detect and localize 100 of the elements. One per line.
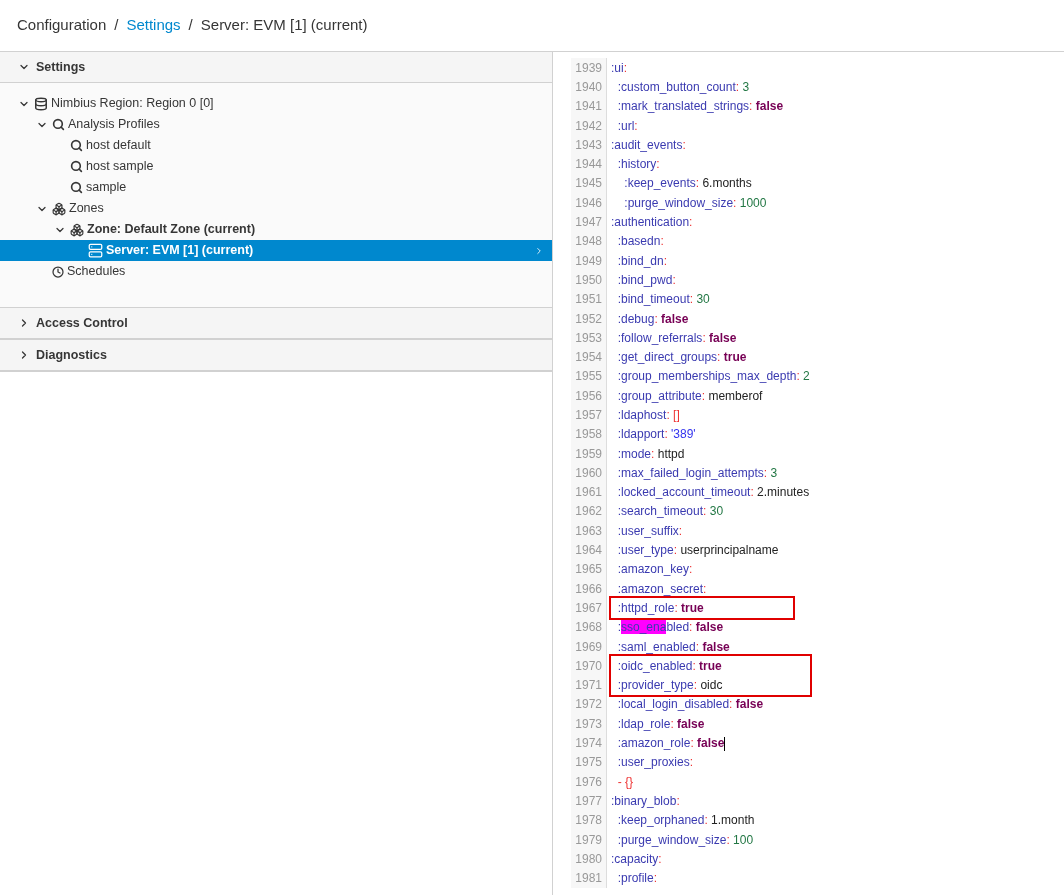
line-number: 1981 xyxy=(571,868,607,888)
code-line: :audit_events: xyxy=(610,136,686,154)
line-number: 1977 xyxy=(571,791,607,811)
line-number: 1954 xyxy=(571,347,607,367)
code-line: :history: xyxy=(616,156,660,174)
code-line: :amazon_key: xyxy=(616,561,693,579)
tree-item[interactable]: sample xyxy=(0,177,552,198)
tree-item-label: sample xyxy=(86,179,127,197)
line-number: 1955 xyxy=(571,366,607,387)
line-number: 1967 xyxy=(571,598,607,618)
code-line: :max_failed_login_attempts: 3 xyxy=(616,464,778,482)
code-line: :custom_button_count: 3 xyxy=(616,78,750,96)
code-line: :amazon_secret: xyxy=(616,580,707,598)
line-number: 1953 xyxy=(571,328,607,348)
line-number: 1968 xyxy=(571,617,607,637)
line-number: 1966 xyxy=(571,579,607,599)
code-line: :user_type: userprincipalname xyxy=(616,542,779,560)
line-number: 1979 xyxy=(571,829,607,850)
tree-item[interactable]: Server: EVM [1] (current) xyxy=(0,240,552,261)
line-number: 1980 xyxy=(571,849,607,869)
line-number: 1963 xyxy=(571,521,607,541)
line-number: 1962 xyxy=(571,501,607,522)
code-line: :group_memberships_max_depth: 2 xyxy=(616,368,810,386)
line-number: 1965 xyxy=(571,559,607,579)
line-number: 1950 xyxy=(571,270,607,290)
tree-item-label: Schedules xyxy=(67,263,126,281)
line-number: 1939 xyxy=(571,58,607,78)
line-number: 1961 xyxy=(571,482,607,502)
server-icon xyxy=(88,243,103,258)
code-line: :authentication: xyxy=(610,214,693,231)
code-line: :purge_window_size: 100 xyxy=(616,831,754,849)
code-line: :bind_dn: xyxy=(616,252,668,270)
code-line: :debug: false xyxy=(616,310,689,328)
code-line: :bind_timeout: 30 xyxy=(616,291,710,309)
line-number: 1949 xyxy=(571,250,607,271)
tree-item[interactable]: Nimbius Region: Region 0 [0] xyxy=(0,93,552,114)
line-number: 1971 xyxy=(571,675,607,695)
tree-item-label: Zones xyxy=(69,200,104,218)
line-number: 1978 xyxy=(571,810,607,830)
accordion-header[interactable]: Diagnostics xyxy=(0,340,552,371)
tree-item-label: Nimbius Region: Region 0 [0] xyxy=(51,95,214,113)
tree-item-label: Server: EVM [1] (current) xyxy=(106,242,254,260)
chevron-right-icon xyxy=(534,245,544,256)
breadcrumb-separator: / xyxy=(114,15,119,36)
line-number: 1964 xyxy=(571,540,607,560)
line-number: 1957 xyxy=(571,405,607,425)
cubes-icon xyxy=(70,222,84,237)
code-line: :httpd_role: true xyxy=(616,599,704,617)
code-line: :basedn: xyxy=(616,233,664,251)
breadcrumb-link[interactable]: Settings xyxy=(126,14,181,37)
tree-item[interactable]: host sample xyxy=(0,156,552,177)
cubes-icon xyxy=(52,201,66,216)
tree-item[interactable]: host default xyxy=(0,135,552,156)
accordion-header[interactable]: Settings xyxy=(0,52,552,83)
tree-item[interactable]: Schedules xyxy=(0,261,552,282)
code-line: :bind_pwd: xyxy=(616,271,676,289)
line-number: 1951 xyxy=(571,289,607,309)
breadcrumb-item: Configuration xyxy=(17,15,107,36)
code-line: :saml_enabled: false xyxy=(616,638,730,656)
tree-item-label: host sample xyxy=(86,158,154,176)
line-number: 1945 xyxy=(571,173,607,194)
code-line: :search_timeout: 30 xyxy=(616,503,724,521)
line-number: 1942 xyxy=(571,115,607,136)
tree-item-label: Zone: Default Zone (current) xyxy=(87,221,256,239)
search-icon xyxy=(70,139,83,152)
tree-item-label: Analysis Profiles xyxy=(68,116,160,134)
clock-icon xyxy=(52,265,64,278)
code-line: :ldapport: '389' xyxy=(616,426,696,444)
code-line: :binary_blob: xyxy=(610,792,680,810)
code-line: :mode: httpd xyxy=(616,445,685,463)
line-number: 1946 xyxy=(571,193,607,213)
code-line: :ldaphost: [] xyxy=(616,407,680,424)
breadcrumb-item: Server: EVM [1] (current) xyxy=(200,15,368,36)
code-line: :capacity: xyxy=(610,850,662,868)
search-icon xyxy=(70,160,83,173)
code-line: :locked_account_timeout: 2.minutes xyxy=(616,484,810,502)
code-line: :mark_translated_strings: false xyxy=(616,98,784,116)
line-number: 1948 xyxy=(571,231,607,251)
code-line: :ui: xyxy=(610,59,628,77)
line-number: 1941 xyxy=(571,96,607,116)
code-line: :follow_referrals: false xyxy=(616,329,737,347)
tree-item[interactable]: Zone: Default Zone (current) xyxy=(0,219,552,240)
line-number: 1970 xyxy=(571,656,607,676)
code-line: :user_suffix: xyxy=(616,522,683,540)
code-line: :purge_window_size: 1000 xyxy=(623,194,767,212)
tree-item[interactable]: Analysis Profiles xyxy=(0,114,552,135)
code-line: :local_login_disabled: false xyxy=(616,696,764,714)
code-line: :keep_events: 6.months xyxy=(623,175,752,193)
tree-item[interactable]: Zones xyxy=(0,198,552,219)
line-number: 1976 xyxy=(571,772,607,792)
line-number: 1947 xyxy=(571,212,607,232)
accordion-header[interactable]: Access Control xyxy=(0,308,552,339)
code-line: :oidc_enabled: true xyxy=(616,657,722,675)
tree-item-label: host default xyxy=(86,137,151,155)
breadcrumb-separator: / xyxy=(188,15,193,36)
search-icon xyxy=(70,181,83,194)
line-number: 1960 xyxy=(571,463,607,483)
code-line: :user_proxies: xyxy=(616,754,694,772)
code-line: :provider_type: oidc xyxy=(616,677,723,695)
search-icon xyxy=(52,118,65,131)
